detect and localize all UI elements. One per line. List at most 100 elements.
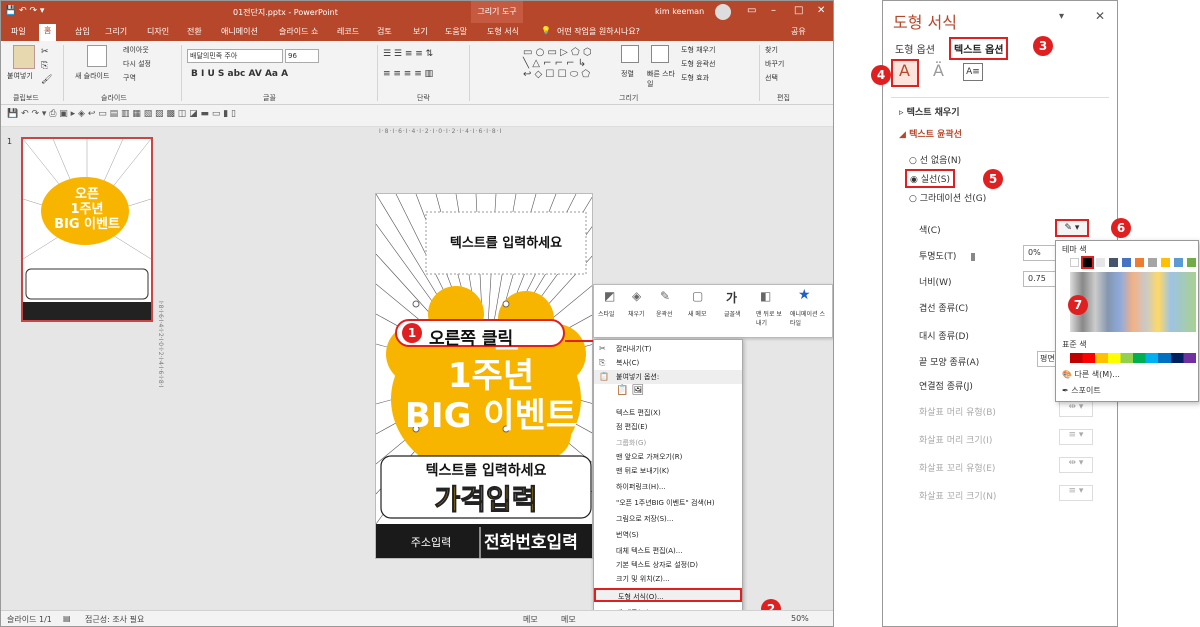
cap-select[interactable]: 평면 (1037, 351, 1057, 367)
minimize-icon[interactable]: – (771, 5, 776, 16)
panel-close-icon[interactable]: ✕ (1095, 9, 1105, 23)
cut-icon[interactable]: ✂ (41, 47, 49, 57)
layout-button[interactable]: 레이아웃 (123, 45, 149, 55)
slide-address[interactable]: 주소입력 (386, 534, 476, 550)
toolbar-icons[interactable]: 💾 ↶ ↷ ▾ ⎙ ▣ ▸ ◈ ↩ ▭ ▤ ▥ ▦ ▧ ▨ ▩ ◫ ◪ ▬ ▭ … (7, 109, 236, 119)
tab-help[interactable]: 도움말 (445, 26, 467, 37)
status-comments[interactable]: 메모 (561, 614, 576, 625)
slide-text-2[interactable]: 텍스트를 입력하세요 (386, 460, 586, 480)
theme-swatch[interactable] (1070, 258, 1079, 267)
section-text-fill[interactable]: ▹ 텍스트 채우기 (899, 105, 959, 118)
format-painter-icon[interactable]: 🖌 (41, 75, 52, 85)
tab-shape-format[interactable]: 도형 서식 (487, 26, 519, 37)
tab-transitions[interactable]: 전환 (187, 26, 202, 37)
quick-styles-icon[interactable] (651, 45, 669, 63)
outline-icon[interactable]: ✎ (660, 289, 670, 303)
section-button[interactable]: 구역 (123, 73, 136, 83)
mini-comment[interactable]: 새 메모 (688, 309, 706, 318)
shapes-gallery[interactable]: ▭ ○ ▭ ▷ ⬠ ⬡ ╲ △ ⌐ ⌐ ⌐ ↳ ↩ ◇ ☐ ☐ ⬭ ⬠ (523, 47, 613, 87)
mini-animation[interactable]: 애니메이션 스타일 (790, 309, 830, 327)
replace-button[interactable]: 바꾸기 (765, 59, 784, 69)
avatar[interactable] (715, 4, 731, 20)
theme-swatch[interactable] (1096, 258, 1105, 267)
mini-outline[interactable]: 윤곽선 (656, 309, 673, 318)
arrow-begin-type-select[interactable]: ⇹ ▾ (1059, 401, 1093, 417)
menu-edit-text[interactable]: 텍스트 편집(X) (594, 406, 742, 420)
arrow-end-type-select[interactable]: ⇹ ▾ (1059, 457, 1093, 473)
reset-button[interactable]: 다시 설정 (123, 59, 151, 69)
new-slide-icon[interactable] (87, 45, 107, 67)
menu-size-position[interactable]: 크기 및 위치(Z)... (594, 572, 742, 586)
select-button[interactable]: 선택 (765, 73, 778, 83)
text-effects-icon[interactable]: Ä (933, 61, 944, 80)
option-gradient-line[interactable]: ○ 그라데이션 선(G) (909, 191, 986, 204)
close-icon[interactable]: ✕ (817, 5, 825, 16)
menu-format-shape[interactable]: 도형 서식(O)... (594, 588, 742, 602)
user-name[interactable]: kim keeman (655, 7, 704, 16)
shape-outline-button[interactable]: 도형 윤곽선 (681, 59, 715, 69)
menu-default-textbox[interactable]: 기본 텍스트 상자로 설정(D) (594, 558, 742, 572)
tab-animations[interactable]: 애니메이션 (221, 26, 258, 37)
spellcheck-icon[interactable]: ▤ (63, 614, 71, 623)
tab-home[interactable]: 홈 (39, 24, 57, 41)
outline-color-button[interactable]: ✎ ▾ (1055, 219, 1089, 237)
paragraph-icons[interactable]: ☰ ☰ ≡ ≡ ⇅ (383, 49, 433, 59)
menu-paste-icons[interactable]: 📋 🖼 (594, 384, 742, 404)
tab-slideshow[interactable]: 슬라이드 쇼 (279, 26, 318, 37)
menu-bring-front[interactable]: 맨 앞으로 가져오기(R) (594, 450, 742, 464)
tell-me-icon[interactable]: 💡 (541, 26, 551, 35)
width-value[interactable]: 0.75 (1023, 271, 1057, 287)
fill-icon[interactable]: ◈ (632, 289, 641, 303)
status-notes[interactable]: 메모 (523, 614, 538, 625)
mini-fill[interactable]: 채우기 (628, 309, 645, 318)
status-zoom[interactable]: 50% (791, 614, 809, 623)
transparency-value[interactable]: 0% (1023, 245, 1057, 261)
slide-text-1[interactable]: 텍스트를 입력하세요 (426, 232, 586, 251)
theme-swatch[interactable] (1122, 258, 1131, 267)
menu-cut[interactable]: 잘라내기(T) (594, 342, 742, 356)
option-no-line[interactable]: ○ 선 없음(N) (909, 153, 961, 166)
theme-swatch[interactable] (1135, 258, 1144, 267)
standard-color-row[interactable] (1070, 353, 1196, 363)
theme-swatch[interactable] (1148, 258, 1157, 267)
tab-text-options[interactable]: 텍스트 옵션 (949, 37, 1009, 60)
bold-icon[interactable]: B I U S abc AV Aa A (191, 69, 288, 79)
slide-thumbnail[interactable]: 오픈 1주년 BIG 이벤트 (21, 137, 153, 322)
slide[interactable]: 텍스트를 입력하세요 오픈 1주년 BIG 이벤트 텍스트를 입력하세요 가격입… (375, 193, 593, 559)
paste-icon[interactable] (13, 45, 35, 69)
eyedropper[interactable]: ✒ 스포이트 (1062, 385, 1101, 396)
arrange-icon[interactable] (621, 45, 639, 63)
arrow-end-size-select[interactable]: ≡ ▾ (1059, 485, 1093, 501)
menu-translate[interactable]: 번역(S) (594, 528, 742, 542)
menu-hyperlink[interactable]: 하이퍼링크(H)... (594, 480, 742, 494)
mini-style[interactable]: 스타일 (598, 309, 615, 318)
paste-button[interactable]: 붙여넣기 (7, 71, 33, 81)
tab-design[interactable]: 디자인 (147, 26, 169, 37)
font-size-select[interactable]: 96 (285, 49, 319, 63)
tell-me-input[interactable]: 어떤 작업을 원하시나요? (557, 26, 640, 37)
new-slide-button[interactable]: 새 슬라이드 (75, 71, 109, 81)
comment-icon[interactable]: ▢ (692, 289, 703, 303)
ribbon-display-icon[interactable]: ▭ (747, 5, 756, 16)
maximize-icon[interactable]: □ (794, 5, 803, 16)
textbox-icon[interactable]: A≡ (963, 63, 983, 81)
panel-options-icon[interactable]: ▾ (1059, 11, 1064, 22)
menu-save-picture[interactable]: 그림으로 저장(S)... (594, 512, 742, 526)
animation-star-icon[interactable]: ★ (798, 287, 811, 303)
option-solid-line[interactable]: ◉ 실선(S) (905, 169, 956, 188)
style-icon[interactable]: ◩ (604, 289, 615, 303)
black-swatch[interactable] (1081, 256, 1094, 269)
menu-alt-text[interactable]: 대체 텍스트 편집(A)... (594, 544, 742, 558)
more-colors[interactable]: 🎨 다른 색(M)... (1062, 369, 1120, 380)
theme-swatch[interactable] (1161, 258, 1170, 267)
slide-phone[interactable]: 전화번호입력 (484, 528, 592, 553)
tab-view[interactable]: 보기 (413, 26, 428, 37)
menu-edit-points[interactable]: 점 편집(E) (594, 420, 742, 434)
quick-styles-button[interactable]: 빠른 스타일 (647, 69, 677, 89)
mini-send-back[interactable]: 맨 뒤로 보내기 (756, 309, 784, 327)
shape-effects-button[interactable]: 도형 효과 (681, 73, 709, 83)
font-name-select[interactable]: 배달의민족 주아 (187, 49, 283, 63)
slide-price[interactable]: 가격입력 (386, 478, 586, 518)
send-back-icon[interactable]: ◧ (760, 289, 771, 303)
save-icon[interactable]: 💾 ↶ ↷ ▾ (5, 6, 44, 16)
